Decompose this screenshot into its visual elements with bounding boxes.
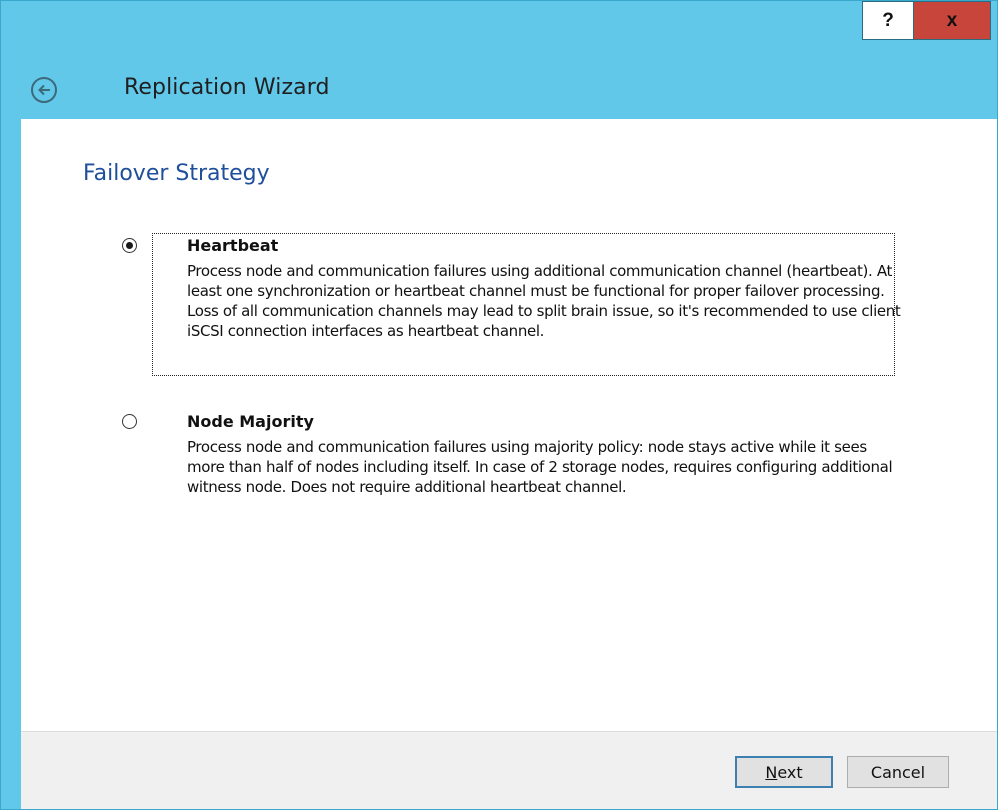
radio-selected-dot (126, 242, 133, 249)
option-title[interactable]: Heartbeat (187, 236, 278, 255)
heartbeat-radio[interactable] (122, 238, 137, 253)
next-button[interactable]: Next (735, 756, 833, 788)
option-title[interactable]: Node Majority (187, 412, 314, 431)
wizard-content: Failover Strategy Heartbeat Process node… (21, 119, 997, 731)
next-label-rest: ext (777, 762, 803, 782)
option-description: Process node and communication failures … (187, 438, 893, 496)
wizard-title: Replication Wizard (124, 75, 330, 100)
cancel-button[interactable]: Cancel (847, 756, 949, 788)
wizard-window: ? x Replication Wizard Failover Strategy… (0, 0, 998, 810)
help-button[interactable]: ? (862, 1, 914, 40)
page-title: Failover Strategy (83, 161, 270, 186)
next-accelerator: N (765, 762, 778, 782)
back-button[interactable] (31, 77, 57, 103)
node-majority-radio[interactable] (122, 414, 137, 429)
wizard-header: Replication Wizard (1, 41, 997, 117)
option-description: Process node and communication failures … (187, 262, 901, 340)
wizard-footer: Next Cancel (21, 731, 997, 809)
back-arrow-icon (38, 84, 50, 96)
close-button[interactable]: x (913, 1, 991, 40)
caption-buttons: ? x (862, 1, 997, 41)
